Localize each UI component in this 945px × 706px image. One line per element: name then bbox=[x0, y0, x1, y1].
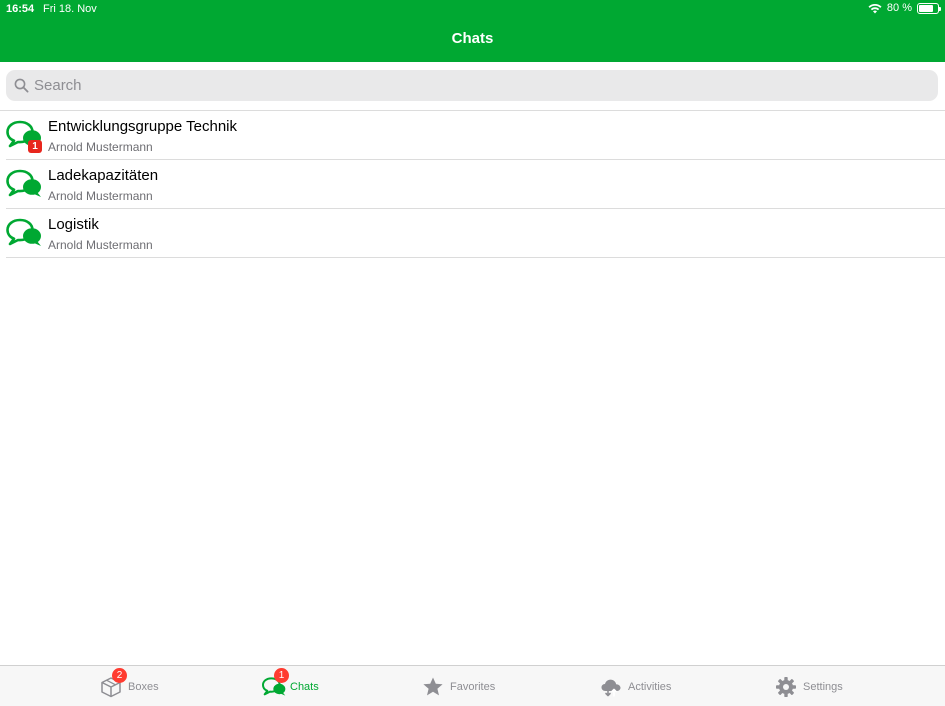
tab-badge: 1 bbox=[274, 667, 289, 683]
cloud-sync-icon bbox=[601, 679, 621, 697]
tab-favorites[interactable]: Favorites bbox=[422, 666, 495, 706]
status-right: 80 % bbox=[868, 2, 941, 14]
chat-list: 1 Entwicklungsgruppe Technik Arnold Must… bbox=[0, 110, 945, 258]
tab-label: Activities bbox=[628, 680, 672, 693]
chat-title: Ladekapazitäten bbox=[48, 167, 159, 184]
chat-bubbles-icon bbox=[6, 218, 41, 246]
tab-label: Boxes bbox=[128, 680, 159, 693]
unread-badge: 1 bbox=[28, 140, 42, 153]
top-bar: 16:54 Fri 18. Nov 80 % Chats bbox=[0, 0, 945, 62]
chat-item-entwicklungsgruppe-technik[interactable]: 1 Entwicklungsgruppe Technik Arnold Must… bbox=[6, 111, 945, 160]
chat-item-logistik[interactable]: Logistik Arnold Mustermann bbox=[6, 209, 945, 258]
tab-activities[interactable]: Activities bbox=[600, 666, 671, 706]
tab-icon-wrap bbox=[422, 676, 444, 698]
battery-percent: 80 % bbox=[886, 2, 912, 14]
chat-title: Entwicklungsgruppe Technik bbox=[48, 118, 238, 135]
tab-badge: 2 bbox=[112, 667, 127, 683]
tab-icon-wrap bbox=[775, 676, 797, 698]
status-time: 16:54 bbox=[6, 3, 35, 15]
star-icon bbox=[423, 677, 443, 695]
status-date: Fri 18. Nov bbox=[43, 3, 97, 15]
search-bar[interactable] bbox=[6, 70, 938, 101]
search-icon bbox=[14, 78, 29, 93]
chat-subtitle: Arnold Mustermann bbox=[48, 189, 153, 203]
tab-label: Chats bbox=[290, 680, 319, 693]
search-input[interactable] bbox=[34, 77, 914, 94]
tab-icon-wrap: 1 bbox=[262, 667, 289, 698]
page-title: Chats bbox=[451, 30, 494, 47]
chat-subtitle: Arnold Mustermann bbox=[48, 238, 153, 252]
tab-bar: 2 Boxes 1 Chats Favorites Activities Set… bbox=[0, 665, 945, 706]
battery-icon bbox=[917, 2, 941, 14]
tab-icon-wrap: 2 bbox=[100, 667, 127, 698]
battery-fill bbox=[919, 4, 934, 12]
tab-icon-wrap bbox=[600, 676, 622, 698]
chat-bubbles-icon bbox=[6, 169, 41, 197]
chat-title: Logistik bbox=[48, 216, 99, 233]
tab-chats[interactable]: 1 Chats bbox=[262, 666, 319, 706]
tab-label: Favorites bbox=[450, 680, 496, 693]
tab-settings[interactable]: Settings bbox=[775, 666, 843, 706]
chat-subtitle: Arnold Mustermann bbox=[48, 140, 153, 154]
gear-icon bbox=[776, 676, 796, 697]
tab-label: Settings bbox=[803, 680, 843, 693]
chat-item-ladekapazitaeten[interactable]: Ladekapazitäten Arnold Mustermann bbox=[6, 160, 945, 209]
wifi-icon bbox=[868, 3, 882, 13]
tab-boxes[interactable]: 2 Boxes bbox=[100, 666, 159, 706]
